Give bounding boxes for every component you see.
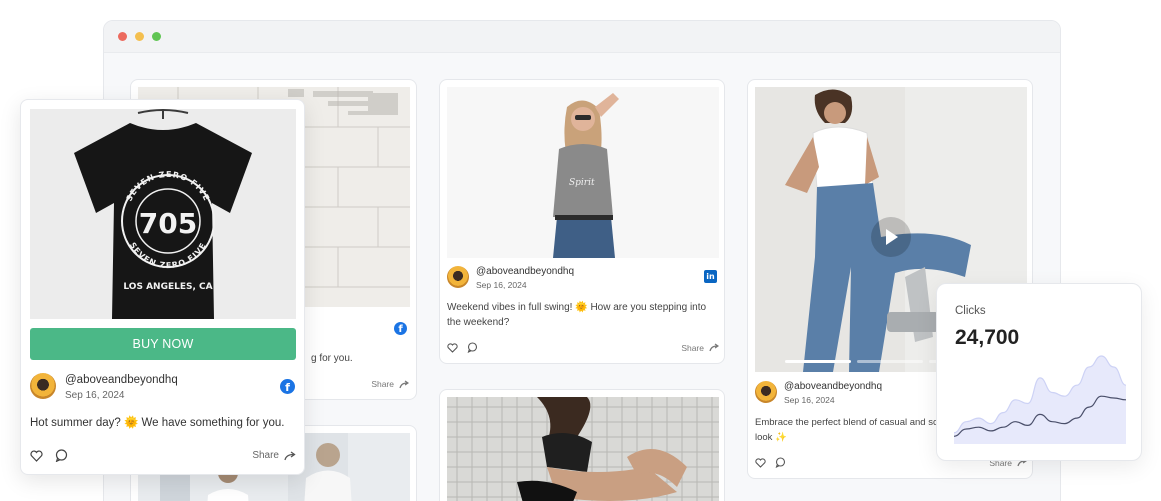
close-window-button[interactable] — [118, 32, 127, 41]
post-author: @aboveandbeyondhq Sep 16, 2024 — [755, 381, 882, 405]
browser-title-bar — [104, 21, 1060, 53]
comment-icon[interactable] — [467, 342, 478, 353]
svg-text:Spirit: Spirit — [569, 178, 595, 188]
share-arrow-icon — [399, 380, 409, 388]
comment-icon[interactable] — [775, 457, 786, 468]
post-footer: Share — [30, 449, 296, 462]
comment-icon[interactable] — [55, 449, 68, 462]
share-arrow-icon — [284, 450, 296, 460]
post-caption: g for you. — [311, 353, 353, 364]
post-date: Sep 16, 2024 — [476, 280, 527, 290]
tshirt-illustration: SEVEN ZERO FIVE SEVEN ZERO FIVE 705 LOS … — [30, 109, 296, 319]
heart-icon[interactable] — [30, 449, 43, 462]
play-button[interactable] — [871, 217, 911, 257]
post-footer: Share — [447, 342, 719, 353]
shirt-city: LOS ANGELES, CA — [123, 282, 212, 292]
post-author: @aboveandbeyondhq Sep 16, 2024 — [30, 373, 178, 401]
minimize-window-button[interactable] — [135, 32, 144, 41]
avatar[interactable] — [447, 266, 469, 288]
avatar[interactable] — [30, 373, 56, 399]
woman-in-tee-illustration: Spirit — [447, 87, 719, 258]
progress-segment — [785, 360, 851, 363]
post-date: Sep 16, 2024 — [784, 395, 835, 405]
clicks-sparkline — [954, 355, 1126, 444]
author-handle[interactable]: @aboveandbeyondhq — [784, 381, 882, 393]
post-footer: Share — [311, 379, 409, 389]
share-button[interactable]: Share — [371, 379, 409, 389]
post-date: Sep 16, 2024 — [65, 390, 125, 401]
share-button[interactable]: Share — [681, 343, 719, 353]
post-caption: Weekend vibes in full swing! 🌞 How are y… — [447, 302, 707, 328]
play-icon — [886, 229, 898, 245]
fitness-woman-illustration — [447, 397, 719, 501]
post-image-fitness — [447, 397, 719, 501]
author-handle[interactable]: @aboveandbeyondhq — [65, 373, 178, 387]
progress-segment — [857, 360, 923, 363]
post-author: @aboveandbeyondhq Sep 16, 2024 — [447, 266, 574, 290]
share-label: Share — [252, 450, 279, 461]
linkedin-icon[interactable]: in — [704, 270, 717, 283]
heart-icon[interactable] — [755, 457, 766, 468]
shirt-number: 705 — [139, 207, 197, 240]
author-handle[interactable]: @aboveandbeyondhq — [476, 266, 574, 278]
stats-value: 24,700 — [955, 326, 1020, 349]
product-post-card[interactable]: SEVEN ZERO FIVE SEVEN ZERO FIVE 705 LOS … — [20, 99, 305, 475]
facebook-icon[interactable]: f — [280, 379, 295, 394]
share-button[interactable]: Share — [252, 450, 296, 461]
sparkline-area — [954, 356, 1126, 444]
share-arrow-icon — [709, 343, 719, 352]
marketing-stage: f g for you. Share Spirit @aboveandbeyon… — [0, 0, 1161, 501]
clicks-stats-card: Clicks 24,700 — [936, 283, 1142, 461]
feed-card-fitness[interactable] — [439, 389, 725, 501]
post-image-weekend: Spirit — [447, 87, 719, 258]
stats-label: Clicks — [955, 305, 986, 317]
feed-card-weekend[interactable]: Spirit @aboveandbeyondhq Sep 16, 2024 in… — [439, 79, 725, 364]
post-caption: Embrace the perfect blend of casual and … — [755, 417, 938, 443]
share-label: Share — [681, 342, 704, 353]
post-caption: Hot summer day? 🌞 We have something for … — [30, 417, 285, 429]
avatar[interactable] — [755, 381, 777, 403]
share-label: Share — [371, 379, 394, 389]
maximize-window-button[interactable] — [152, 32, 161, 41]
product-image: SEVEN ZERO FIVE SEVEN ZERO FIVE 705 LOS … — [30, 109, 296, 319]
heart-icon[interactable] — [447, 342, 458, 353]
facebook-icon[interactable]: f — [394, 322, 407, 335]
buy-now-button[interactable]: BUY NOW — [30, 328, 296, 360]
